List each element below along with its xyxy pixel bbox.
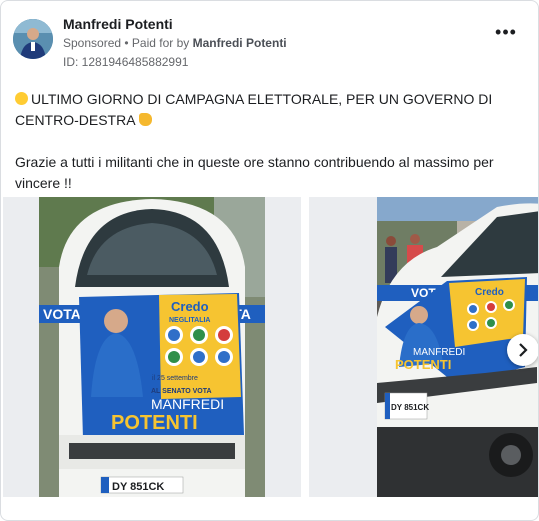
van-photo-front: VOTA VOTA Credo NEGLITALIA: [39, 197, 265, 497]
senato-text: AL SENATO VOTA: [151, 388, 212, 395]
credo-text-2: Credo: [475, 287, 504, 298]
post-header: Manfredi Potenti Sponsored • Paid for by…: [13, 13, 526, 71]
flexed-biceps-emoji: [138, 113, 152, 126]
ad-id: ID: 1281946485882991: [63, 55, 189, 69]
chevron-right-icon: [519, 343, 528, 357]
sponsor-line: Sponsored • Paid for by Manfredi Potenti: [63, 36, 287, 50]
neglitalia-text: NEGLITALIA: [169, 317, 210, 324]
candidate-first-name: MANFREDI: [151, 396, 224, 412]
carousel-next-button[interactable]: [507, 334, 538, 366]
more-options-icon[interactable]: •••: [494, 23, 518, 47]
carousel-slide-1[interactable]: VOTA VOTA Credo NEGLITALIA: [3, 197, 301, 497]
date-text: il 25 settembre: [152, 375, 198, 382]
carousel-slide-2[interactable]: VOTA VO Credo MANFREDI POTENTI DY 851CK: [309, 197, 538, 497]
license-plate: DY 851CK: [112, 481, 164, 493]
image-carousel: VOTA VOTA Credo NEGLITALIA: [1, 197, 538, 497]
license-plate-2: DY 851CK: [391, 403, 429, 412]
vota-left-text: VOTA: [43, 306, 81, 322]
post-text-line-1: ULTIMO GIORNO DI CAMPAGNA ELETTORALE, PE…: [15, 91, 493, 128]
candidate-last-name-2: POTENTI: [395, 357, 451, 372]
sponsored-label: Sponsored: [63, 36, 122, 50]
paid-for-prefix: • Paid for by: [124, 36, 190, 50]
avatar[interactable]: [13, 19, 53, 59]
page-name[interactable]: Manfredi Potenti: [63, 16, 173, 32]
ad-card: Manfredi Potenti Sponsored • Paid for by…: [0, 0, 539, 521]
candidate-last-name: POTENTI: [111, 412, 198, 434]
yellow-circle-emoji: [15, 92, 28, 105]
paid-for-name[interactable]: Manfredi Potenti: [193, 36, 287, 50]
credo-text: Credo: [171, 299, 209, 314]
post-text-line-2: Grazie a tutti i militanti che in queste…: [15, 154, 494, 191]
